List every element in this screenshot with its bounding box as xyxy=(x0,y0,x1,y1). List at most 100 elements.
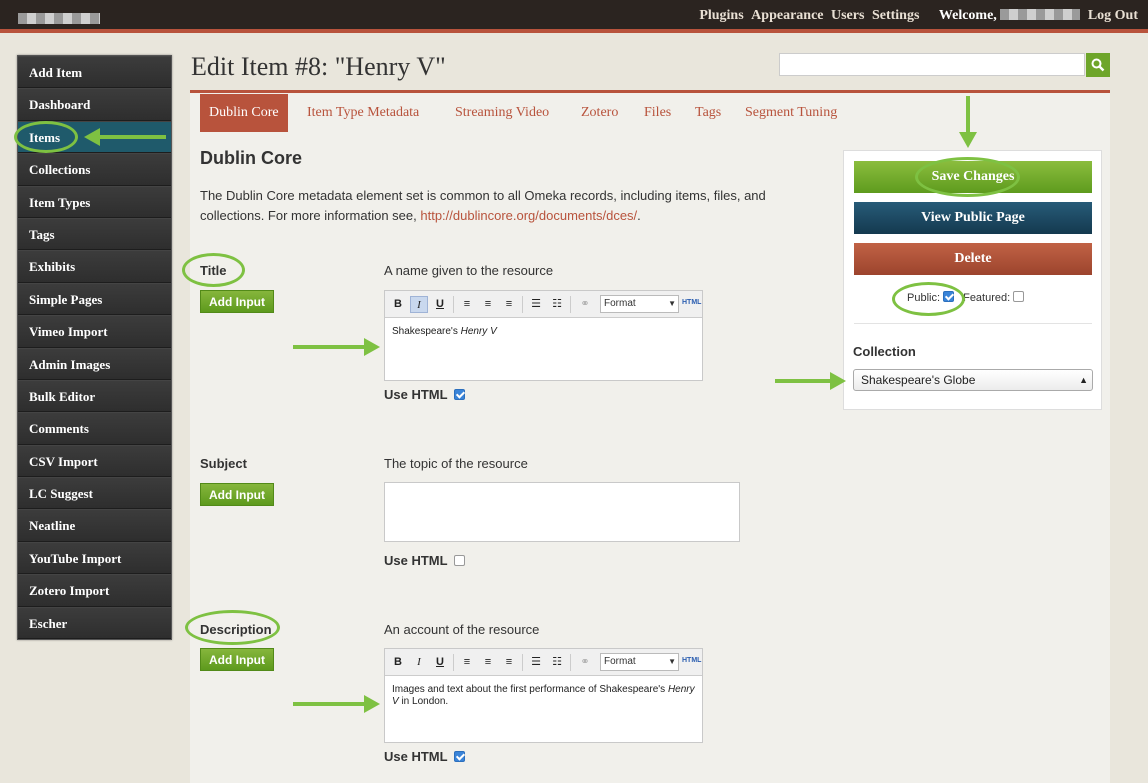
numbered-list-icon[interactable]: ☷ xyxy=(548,654,566,671)
select-arrows-icon: ▲ xyxy=(1079,375,1088,385)
chevron-down-icon: ▼ xyxy=(668,299,676,308)
html-source-button[interactable]: HTML xyxy=(682,299,701,306)
toolbar-separator xyxy=(453,296,454,313)
logout-link[interactable]: Log Out xyxy=(1088,8,1138,24)
subject-help: The topic of the resource xyxy=(384,456,528,471)
bold-button[interactable]: B xyxy=(389,296,407,313)
nav-appearance[interactable]: Appearance xyxy=(751,8,823,24)
numbered-list-icon[interactable]: ☷ xyxy=(548,296,566,313)
italic-button[interactable]: I xyxy=(410,654,428,671)
title-label: Title xyxy=(200,263,227,278)
featured-checkbox[interactable] xyxy=(1013,291,1025,302)
tab-streaming-video[interactable]: Streaming Video xyxy=(455,94,549,132)
align-left-icon[interactable]: ≡ xyxy=(458,296,476,313)
format-select-value: Format xyxy=(604,298,636,309)
site-title[interactable] xyxy=(18,11,100,29)
bullet-list-icon[interactable]: ☰ xyxy=(527,296,545,313)
title-use-html[interactable]: Use HTML xyxy=(384,387,465,402)
align-center-icon[interactable]: ≡ xyxy=(479,654,497,671)
description-use-html[interactable]: Use HTML xyxy=(384,749,465,764)
sidebar-item-lc-suggest[interactable]: LC Suggest xyxy=(18,477,171,510)
sidebar-item-comments[interactable]: Comments xyxy=(18,412,171,445)
sidebar-item-item-types[interactable]: Item Types xyxy=(18,185,171,218)
tab-dublin-core[interactable]: Dublin Core xyxy=(200,94,288,132)
link-icon[interactable]: ⚭ xyxy=(576,654,594,671)
nav-plugins[interactable]: Plugins xyxy=(699,8,743,24)
sidebar-item-items[interactable]: Items xyxy=(18,120,171,154)
toolbar-separator xyxy=(522,296,523,313)
sidebar-item-vimeo-import[interactable]: Vimeo Import xyxy=(18,315,171,348)
title-editor-content[interactable]: Shakespeare's Henry V xyxy=(385,318,702,346)
sidebar-item-admin-images[interactable]: Admin Images xyxy=(18,347,171,380)
public-checkbox[interactable] xyxy=(943,291,955,302)
sidebar-item-bulk-editor[interactable]: Bulk Editor xyxy=(18,379,171,413)
delete-button[interactable]: Delete xyxy=(854,243,1092,275)
collection-label: Collection xyxy=(853,344,916,359)
description-add-input-button[interactable]: Add Input xyxy=(200,648,274,671)
sidebar-item-dashboard[interactable]: Dashboard xyxy=(18,88,171,121)
nav-settings[interactable]: Settings xyxy=(872,8,919,24)
search-button[interactable] xyxy=(1086,53,1110,77)
tab-files[interactable]: Files xyxy=(644,94,671,132)
panel-divider xyxy=(854,323,1092,324)
sidebar-item-zotero-import[interactable]: Zotero Import xyxy=(18,574,171,607)
subject-use-html-checkbox[interactable] xyxy=(453,555,465,566)
bold-button[interactable]: B xyxy=(389,654,407,671)
view-public-page-button[interactable]: View Public Page xyxy=(854,202,1092,234)
tab-tags[interactable]: Tags xyxy=(695,94,721,132)
sidebar-item-simple-pages[interactable]: Simple Pages xyxy=(18,282,171,316)
tab-zotero[interactable]: Zotero xyxy=(581,94,618,132)
format-select[interactable]: Format ▼ xyxy=(600,295,679,313)
collection-select[interactable]: Shakespeare's Globe ▲ xyxy=(853,369,1093,391)
sidebar-item-exhibits[interactable]: Exhibits xyxy=(18,250,171,283)
description-use-html-checkbox[interactable] xyxy=(453,751,465,762)
subject-add-input-button[interactable]: Add Input xyxy=(200,483,274,506)
align-right-icon[interactable]: ≡ xyxy=(500,654,518,671)
save-changes-button[interactable]: Save Changes xyxy=(854,161,1092,193)
align-center-icon[interactable]: ≡ xyxy=(479,296,497,313)
description-editor[interactable]: B I U ≡ ≡ ≡ ☰ ☷ ⚭ Format ▼ HTML Images an… xyxy=(384,648,703,743)
sidebar-item-youtube-import[interactable]: YouTube Import xyxy=(18,541,171,575)
italic-button[interactable]: I xyxy=(410,296,428,313)
public-label: Public: xyxy=(907,292,941,304)
underline-button[interactable]: U xyxy=(431,654,449,671)
sidebar-item-neatline[interactable]: Neatline xyxy=(18,509,171,542)
sidebar-item-csv-import[interactable]: CSV Import xyxy=(18,444,171,478)
toolbar-separator xyxy=(570,296,571,313)
format-select[interactable]: Format ▼ xyxy=(600,653,679,671)
html-source-button[interactable]: HTML xyxy=(682,657,701,664)
tab-item-type-metadata[interactable]: Item Type Metadata xyxy=(307,94,419,132)
search-input[interactable] xyxy=(779,53,1085,76)
collection-select-value: Shakespeare's Globe xyxy=(861,373,976,387)
top-nav: Plugins Appearance Users Settings Welcom… xyxy=(695,8,1138,24)
underline-button[interactable]: U xyxy=(431,296,449,313)
description-label: Description xyxy=(200,622,272,637)
nav-users[interactable]: Users xyxy=(831,8,864,24)
search-icon xyxy=(1091,58,1105,72)
description-editor-toolbar: B I U ≡ ≡ ≡ ☰ ☷ ⚭ Format ▼ HTML xyxy=(385,649,702,676)
dces-link[interactable]: http://dublincore.org/documents/dces/ xyxy=(420,208,637,223)
section-title: Dublin Core xyxy=(200,148,302,168)
description-help: An account of the resource xyxy=(384,622,540,637)
description-editor-content[interactable]: Images and text about the first performa… xyxy=(385,676,702,716)
tab-segment-tuning[interactable]: Segment Tuning xyxy=(745,94,837,132)
title-add-input-button[interactable]: Add Input xyxy=(200,290,274,313)
sidebar-item-add-item[interactable]: Add Item xyxy=(18,56,171,89)
align-right-icon[interactable]: ≡ xyxy=(500,296,518,313)
admin-sidebar: Add Item Dashboard Items Collections Item Ty… xyxy=(17,55,172,641)
sidebar-item-escher[interactable]: Escher xyxy=(18,606,171,640)
link-icon[interactable]: ⚭ xyxy=(576,296,594,313)
section-description-end: . xyxy=(637,208,641,223)
subject-textarea[interactable] xyxy=(384,482,740,542)
align-left-icon[interactable]: ≡ xyxy=(458,654,476,671)
subject-use-html[interactable]: Use HTML xyxy=(384,553,465,568)
sidebar-item-tags[interactable]: Tags xyxy=(18,217,171,251)
username-redacted[interactable] xyxy=(1000,9,1081,20)
sidebar-item-collections[interactable]: Collections xyxy=(18,153,171,186)
toolbar-separator xyxy=(522,654,523,671)
title-use-html-checkbox[interactable] xyxy=(453,389,465,400)
welcome-text: Welcome, xyxy=(938,8,997,23)
title-editor[interactable]: B I U ≡ ≡ ≡ ☰ ☷ ⚭ Format ▼ HTML Shakespea… xyxy=(384,290,703,381)
site-title-redacted xyxy=(18,13,100,24)
bullet-list-icon[interactable]: ☰ xyxy=(527,654,545,671)
